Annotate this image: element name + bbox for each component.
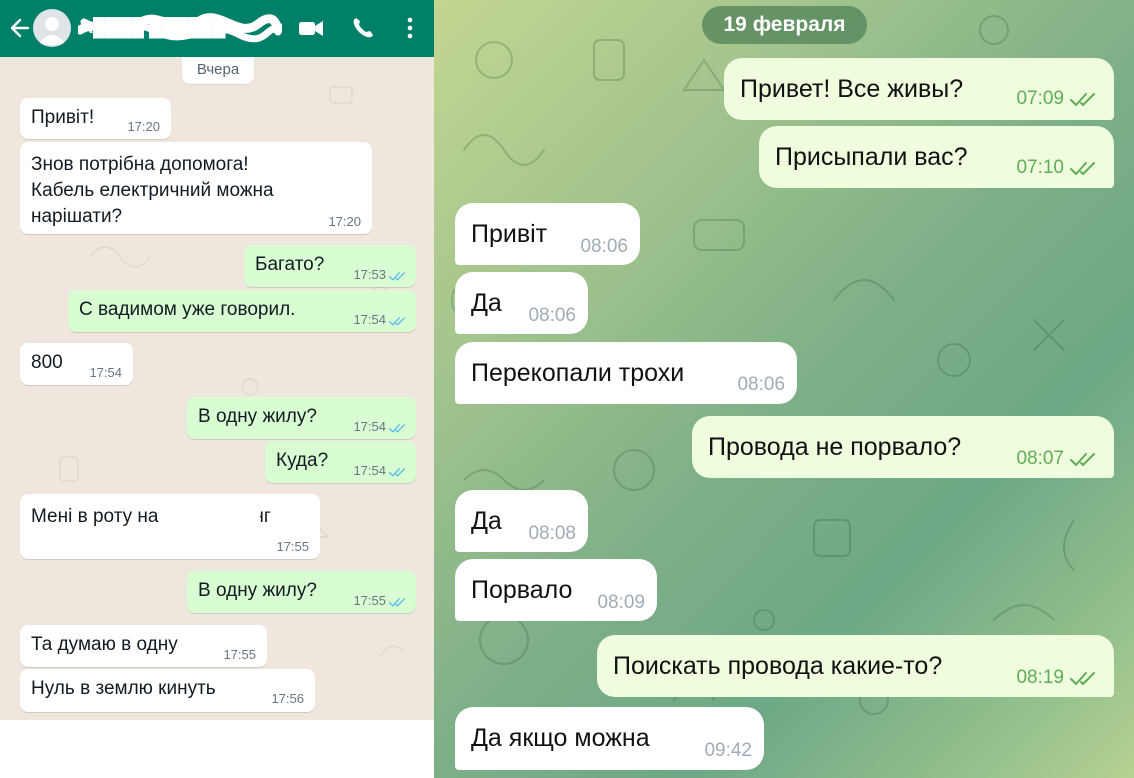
read-ticks-icon — [389, 317, 406, 326]
outgoing-message[interactable]: В одну жилу? 17:55 — [187, 571, 416, 613]
message-text: Куда? — [276, 450, 329, 471]
message-time: 17:55 — [223, 647, 256, 662]
telegram-chat-screenshot: 19 февраля Привет! Все живы? 07:09 Присыпа… — [434, 0, 1134, 778]
redaction-scribble — [78, 13, 282, 43]
outgoing-message[interactable]: С вадимом уже говорил. 17:54 — [68, 290, 416, 332]
redacted-text-block — [200, 504, 260, 528]
message-text: В одну жилу? — [198, 406, 317, 427]
message-time: 08:07 — [1016, 448, 1064, 469]
message-time: 17:54 — [353, 463, 386, 478]
read-ticks-icon — [389, 424, 406, 433]
incoming-message[interactable]: Нуль в землю кинуть 17:56 — [20, 669, 315, 712]
message-time: 17:20 — [328, 214, 361, 229]
message-time: 17:54 — [353, 419, 386, 434]
incoming-message[interactable]: Привіт 08:06 — [455, 203, 640, 265]
message-text: 800 — [31, 352, 63, 373]
avatar[interactable] — [33, 9, 71, 47]
outgoing-message[interactable]: Куда? 17:54 — [265, 441, 416, 483]
message-time: 08:06 — [580, 236, 628, 257]
message-time: 17:20 — [127, 119, 160, 134]
read-ticks-icon — [389, 598, 406, 607]
message-text: Поискать провода какие-то? — [613, 652, 943, 680]
outgoing-message[interactable]: Присыпали вас? 07:10 — [759, 126, 1114, 188]
incoming-message[interactable]: Знов потрібна допомога! Кабель електричн… — [20, 142, 372, 234]
message-time: 17:54 — [89, 365, 122, 380]
phone-icon[interactable] — [350, 15, 376, 41]
message-time: 17:54 — [353, 312, 386, 327]
outgoing-message[interactable]: Багато? 17:53 — [244, 245, 416, 287]
read-ticks-icon — [1070, 93, 1095, 106]
message-text: Провода не порвало? — [708, 433, 962, 461]
message-text: Да — [471, 507, 502, 535]
whatsapp-chat-screenshot: Вчера Привіт! 17:20 Знов потрібна допомога… — [0, 0, 434, 778]
incoming-message[interactable]: Та думаю в одну 17:55 — [20, 625, 267, 667]
message-text: Порвало — [471, 576, 573, 604]
message-text: Привіт — [471, 220, 548, 248]
read-ticks-icon — [389, 468, 406, 477]
message-time: 08:19 — [1016, 667, 1064, 688]
message-text: Знов потрібна допомога! Кабель електричн… — [31, 154, 274, 227]
read-ticks-icon — [1070, 162, 1095, 175]
outgoing-message[interactable]: Привет! Все живы? 07:09 — [724, 58, 1114, 120]
message-time: 08:06 — [528, 305, 576, 326]
incoming-message[interactable]: Да 08:08 — [455, 490, 588, 552]
message-time: 17:53 — [353, 267, 386, 282]
incoming-message[interactable]: Мені в роту на фланг 17:55 — [20, 494, 320, 559]
message-time: 07:09 — [1016, 88, 1064, 109]
video-call-icon[interactable] — [298, 15, 324, 41]
message-text: Да — [471, 289, 502, 317]
message-text: С вадимом уже говорил. — [79, 299, 296, 320]
message-text: Та думаю в одну — [31, 634, 178, 655]
message-text: Да якщо можна — [471, 724, 650, 752]
back-arrow-icon[interactable] — [8, 14, 32, 42]
read-ticks-icon — [1070, 672, 1095, 685]
incoming-message[interactable]: 800 17:54 — [20, 343, 133, 385]
message-time: 08:06 — [737, 374, 785, 395]
message-text: Присыпали вас? — [775, 143, 968, 171]
incoming-message[interactable]: Привіт! 17:20 — [20, 98, 171, 139]
blank-area — [0, 720, 434, 778]
message-time: 17:55 — [276, 539, 309, 554]
message-time: 07:10 — [1016, 157, 1064, 178]
message-text: Привіт! — [31, 107, 95, 128]
message-time: 08:09 — [597, 592, 645, 613]
chat-header: А████ ██████ — [0, 0, 434, 57]
read-ticks-icon — [389, 272, 406, 281]
avatar-placeholder-icon — [38, 17, 66, 45]
more-vert-icon[interactable] — [397, 15, 423, 41]
read-ticks-icon — [1070, 453, 1095, 466]
date-chip: 19 февраля — [702, 6, 867, 44]
outgoing-message[interactable]: Поискать провода какие-то? 08:19 — [597, 635, 1114, 697]
message-time: 09:42 — [704, 740, 752, 761]
outgoing-message[interactable]: Провода не порвало? 08:07 — [692, 416, 1114, 478]
incoming-message[interactable]: Да якщо можна 09:42 — [455, 707, 764, 770]
message-text: Привет! Все живы? — [740, 75, 964, 103]
message-time: 08:08 — [528, 523, 576, 544]
incoming-message[interactable]: Да 08:06 — [455, 272, 588, 334]
incoming-message[interactable]: Перекопали трохи 08:06 — [455, 342, 797, 404]
message-text: Перекопали трохи — [471, 359, 685, 387]
message-text: Нуль в землю кинуть — [31, 678, 216, 699]
outgoing-message[interactable]: В одну жилу? 17:54 — [187, 397, 416, 439]
message-text: В одну жилу? — [198, 580, 317, 601]
date-chip: Вчера — [182, 57, 254, 84]
message-time: 17:55 — [353, 593, 386, 608]
message-text: Багато? — [255, 254, 325, 275]
incoming-message[interactable]: Порвало 08:09 — [455, 559, 657, 621]
message-time: 17:56 — [271, 691, 304, 706]
